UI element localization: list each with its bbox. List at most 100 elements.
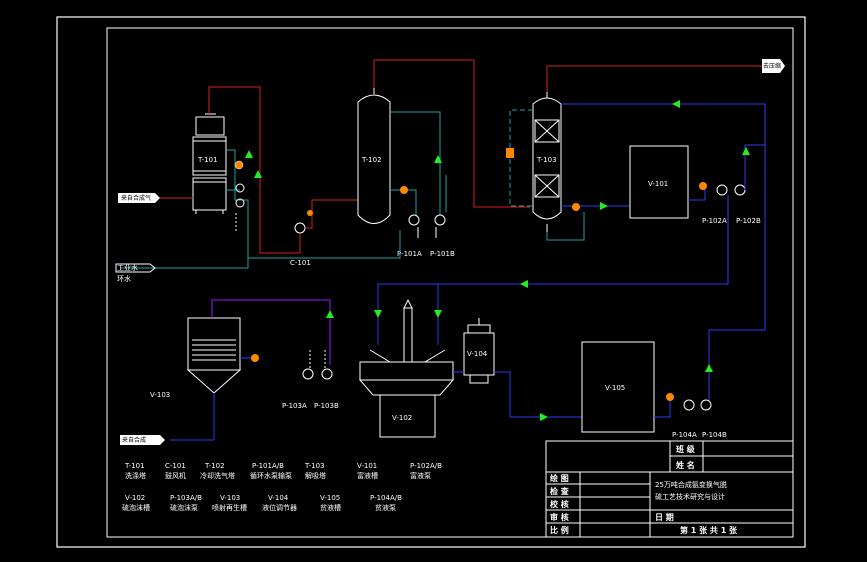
sheet-label: 第 1 张 共 1 张 [680, 525, 738, 535]
control-valve-icon [234, 160, 244, 170]
pump-p102b-icon [734, 184, 746, 196]
flow-arrow [245, 150, 253, 158]
bottom-feed-label: 来自合成 [122, 436, 146, 444]
control-valve-icon [400, 186, 408, 194]
label-p103a: P-103A [282, 402, 307, 410]
label-p104a: P-104A [672, 431, 697, 439]
flow-arrow [254, 170, 262, 178]
legend-name: 鼓风机 [165, 471, 186, 480]
pump-icon [235, 183, 245, 193]
label-v101: V-101 [648, 180, 668, 188]
flow-arrow [434, 310, 442, 318]
legend-tag: P-102A/B [410, 462, 442, 470]
process-flow-diagram: T-101 来自合成气 工业水 环水 C-101 T-102 P-101A P-… [56, 16, 806, 548]
label-t101: T-101 [197, 156, 218, 164]
equipment-legend: T-101 洗涤塔 C-101 鼓风机 T-102 冷却洗气塔 P-101A/B… [122, 462, 442, 512]
label-p102a: P-102A [702, 217, 727, 225]
pump-p102a-icon [716, 184, 728, 196]
flow-arrow [326, 310, 334, 318]
review-label: 审 核 [550, 512, 569, 522]
legend-tag: V-101 [357, 462, 377, 470]
label-t102: T-102 [361, 156, 382, 164]
legend-name: 循环水泵输泵 [250, 471, 292, 480]
pump-p104b-icon [700, 399, 712, 411]
legend-name: 贫液槽 [320, 503, 341, 512]
pump-p104a-icon [683, 399, 695, 411]
flow-arrow [434, 155, 442, 163]
label-p101b: P-101B [430, 250, 455, 258]
level-indicator-icon [506, 148, 514, 158]
label-c101: C-101 [290, 259, 311, 267]
scale-label: 比 例 [550, 525, 569, 535]
legend-name: 液位调节器 [262, 503, 297, 512]
label-v102: V-102 [392, 414, 412, 422]
pump-p103a-icon [302, 368, 314, 380]
date-label: 日 期 [655, 512, 674, 522]
flow-arrow [600, 202, 608, 210]
clean-gas-line [546, 65, 765, 92]
feed-stream-label: 来自合成气 [121, 194, 151, 202]
legend-tag: V-105 [320, 494, 340, 502]
draw-label: 绘 图 [550, 473, 569, 483]
legend-name: 洗涤塔 [125, 471, 146, 480]
legend-name: 硫泡沫泵 [170, 503, 198, 512]
water-in-label: 工业水 [117, 263, 138, 272]
control-valve-icon [699, 182, 707, 190]
drawing-title-line1: 25万吨合成氨变换气脱 [655, 480, 727, 489]
gas-line-t102-overhead [373, 59, 530, 208]
drawing-title-line2: 硫工艺技术研究与设计 [655, 492, 725, 501]
control-valve-icon [251, 354, 259, 362]
legend-tag: T-102 [204, 462, 225, 470]
legend-name: 喷射再生槽 [212, 503, 247, 512]
label-v105: V-105 [605, 384, 625, 392]
label-v103: V-103 [150, 391, 170, 399]
check-label: 检 查 [550, 486, 570, 496]
pump-p103b-icon [321, 368, 333, 380]
legend-name: 富液泵 [410, 471, 431, 480]
legend-tag: P-104A/B [370, 494, 402, 502]
circulating-water-line [120, 149, 249, 269]
legend-tag: C-101 [165, 462, 186, 470]
label-p104b: P-104B [702, 431, 727, 439]
proof-label: 校 核 [550, 499, 569, 509]
pump-p101a-icon [408, 214, 420, 226]
legend-name: 富液槽 [357, 471, 378, 480]
control-valve-icon [572, 203, 580, 211]
flow-arrow [540, 413, 548, 421]
valve-icon [307, 210, 313, 216]
t102-cooling-line [390, 111, 441, 215]
class-label: 班 级 [676, 444, 696, 454]
label-v104: V-104 [467, 350, 488, 358]
label-t103: T-103 [536, 156, 557, 164]
flow-arrow [374, 310, 382, 318]
water-loop-label: 环水 [117, 274, 131, 283]
legend-name: 冷却洗气塔 [200, 471, 235, 480]
gas-line-t101-overhead [208, 86, 300, 254]
legend-name: 解吸塔 [305, 471, 326, 480]
gas-out-label: 去压缩 [763, 62, 781, 70]
flow-arrow [672, 100, 680, 108]
legend-tag: T-103 [304, 462, 325, 470]
tower-t101 [192, 113, 227, 214]
legend-tag: V-104 [268, 494, 289, 502]
lean-to-v105-line [494, 371, 582, 418]
pump-p101b-icon [434, 214, 446, 226]
legend-tag: V-102 [125, 494, 145, 502]
label-p102b: P-102B [736, 217, 761, 225]
label-p101a: P-101A [397, 250, 422, 258]
flow-arrow [742, 147, 750, 155]
flow-arrow [520, 280, 528, 288]
flow-arrow [705, 364, 713, 372]
tank-v103 [186, 317, 242, 440]
blower-c101-icon [294, 222, 306, 234]
legend-tag: V-103 [220, 494, 240, 502]
drawing-sheet: T-101 来自合成气 工业水 环水 C-101 T-102 P-101A P-… [0, 0, 867, 562]
legend-tag: T-101 [124, 462, 145, 470]
name-label: 姓 名 [675, 460, 695, 470]
lean-solution-line [561, 103, 766, 331]
legend-name: 硫泡沫槽 [122, 503, 150, 512]
control-valve-icon [666, 393, 674, 401]
label-p103b: P-103B [314, 402, 339, 410]
title-block [545, 440, 794, 538]
legend-tag: P-101A/B [252, 462, 284, 470]
